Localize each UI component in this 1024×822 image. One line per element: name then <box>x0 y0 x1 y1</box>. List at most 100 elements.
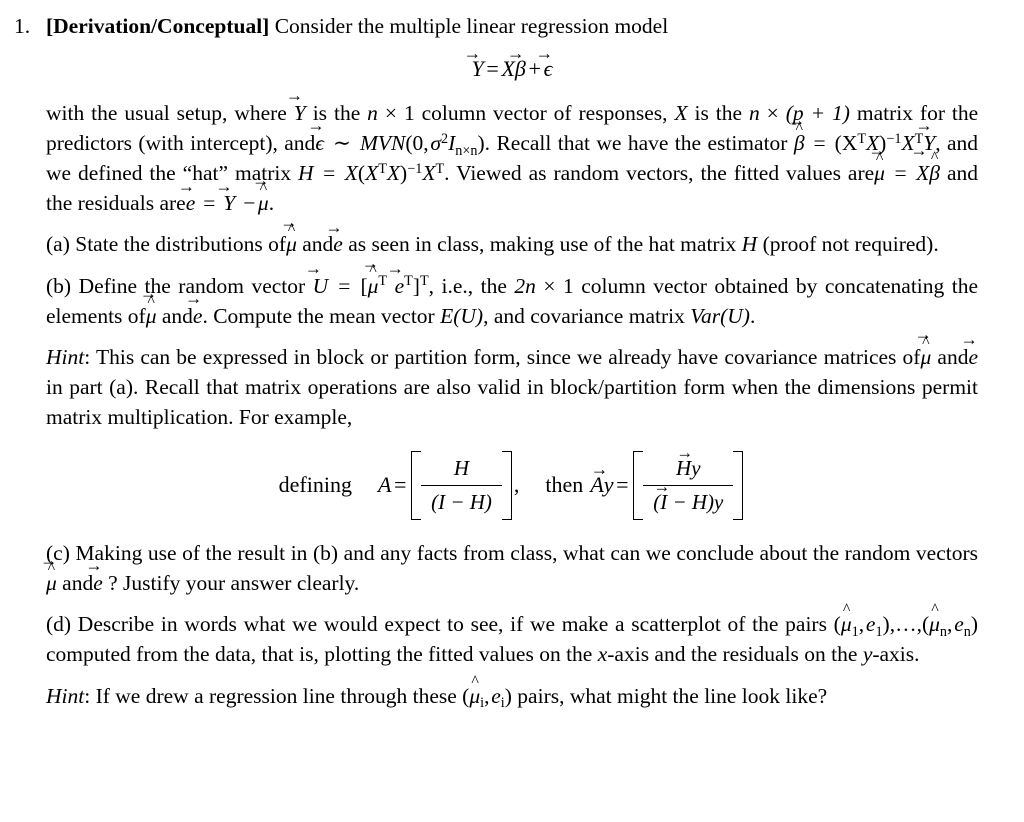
vector-arrow-icon: → <box>325 217 343 237</box>
hat-accent-icon: ^ <box>931 601 939 619</box>
vector-hat-mu: → ^ μ <box>914 325 932 370</box>
hat-accent-icon: ^ <box>259 179 268 197</box>
problem-heading: 1. [Derivation/Conceptual] Consider the … <box>14 12 1010 42</box>
variance-U: Var(U) <box>690 303 750 328</box>
problem-1: 1. [Derivation/Conceptual] Consider the … <box>14 12 1010 711</box>
vector-arrow-icon: → <box>285 86 303 105</box>
hat-accent-icon: ^ <box>147 292 155 310</box>
part-d-text-4: -axis. <box>872 642 920 667</box>
part-d-text-3: -axis and the residuals on the <box>607 642 858 667</box>
vector-epsilon: → ϵ <box>307 116 325 155</box>
vector-arrow-icon: → <box>910 141 928 161</box>
bracket-left-icon <box>411 450 422 520</box>
part-d: (d) Describe in words what we would expe… <box>46 601 978 667</box>
defining-word: defining <box>278 472 352 498</box>
transpose-exponent: T <box>435 160 445 177</box>
hat-mu-1: ^ μ <box>840 601 852 637</box>
vector-arrow-icon: → <box>185 289 202 309</box>
vector-epsilon: → ϵ <box>535 42 553 81</box>
mu-subscript: i <box>480 695 485 712</box>
part-b-text-2: , i.e., the <box>428 273 507 298</box>
vector-arrow-icon: → <box>535 42 553 63</box>
part-d-label: (d) <box>46 612 72 637</box>
vector-arrow-icon: → <box>307 116 325 136</box>
hint-d-label: Hint <box>46 683 85 708</box>
bracket-left-icon <box>633 450 644 520</box>
document-page: 1. [Derivation/Conceptual] Consider the … <box>0 0 1024 822</box>
vector-arrow-icon: → <box>215 176 233 196</box>
sigma-exponent: 2 <box>441 130 449 147</box>
e-subscript: 1 <box>875 623 883 640</box>
e-subscript: i <box>500 695 505 712</box>
matrix-Ay-row-bottom: → (I − H)y <box>653 477 724 514</box>
hat-accent-icon: ^ <box>795 119 803 137</box>
matrix-A-row-bottom: (I − H) <box>431 489 492 514</box>
vector-e: → e <box>960 330 979 370</box>
setup-text-1: with the usual setup, where <box>46 100 287 125</box>
hat-accent-icon: ^ <box>47 559 56 577</box>
setup-text-6: Recall that we have the estimator <box>496 130 788 155</box>
hat-beta: ^ β <box>929 149 941 186</box>
setup-text-4: is the <box>694 100 743 125</box>
vector-IminusH-y: → (I − H) <box>653 477 715 514</box>
vector-arrow-icon: → <box>915 116 933 136</box>
identity-subscript: n×n <box>455 142 478 159</box>
vector-e: → e <box>177 176 196 216</box>
vector-Y: → Y <box>285 86 306 125</box>
vector-arrow-icon: → <box>676 443 693 463</box>
matrix-X-beta: → X <box>910 141 930 186</box>
vector-arrow-icon: → <box>85 556 103 576</box>
transpose-exponent: T <box>378 160 387 177</box>
matrix-A-row-top: H <box>421 454 502 486</box>
bracket-right-icon <box>501 450 512 520</box>
hat-accent-icon: ^ <box>471 672 479 690</box>
hint-d-text-1: : If we drew a regression line through t… <box>84 683 457 708</box>
then-word: then <box>545 472 584 498</box>
problem-body-lower: (c) Making use of the result in (b) and … <box>40 538 978 712</box>
part-b-label: (b) <box>46 273 72 298</box>
part-b-text-7: . <box>749 303 756 328</box>
part-b: (b) Define the random vector → U = [→ ^ μT … <box>46 253 978 331</box>
part-a-text-3: as seen in class, making use of the hat … <box>348 232 737 257</box>
vector-e: → e <box>386 259 405 298</box>
inverse-exponent: −1 <box>407 160 423 177</box>
vector-arrow-icon: → <box>590 459 609 480</box>
vector-Y: → Y <box>215 176 236 216</box>
vector-arrow-icon: → <box>506 42 525 63</box>
vector-beta: → β <box>506 42 526 81</box>
vector-hat-mu: → ^ μ <box>252 171 270 216</box>
vector-arrow-icon: → <box>653 477 671 497</box>
hint-d-text-2: pairs, what might the line look like? <box>517 683 828 708</box>
vector-hat-mu: → ^ μ <box>361 253 379 298</box>
vector-arrow-icon: → <box>177 176 195 196</box>
problem-lead-in: Consider the multiple linear regression … <box>274 14 669 38</box>
vector-hat-beta: → ^ β <box>788 111 806 155</box>
hint-d: Hint: If we drew a regression line throu… <box>46 672 828 712</box>
vector-arrow-icon: → <box>386 259 404 279</box>
matrix-Ay: → Hy → (I − H)y <box>633 444 744 520</box>
part-a: (a) State the distributions of → ^ μ and → e … <box>46 213 978 259</box>
part-c: (c) Making use of the result in (b) and … <box>40 538 978 598</box>
matrix-A-times-y: → A <box>590 459 608 498</box>
hat-accent-icon: ^ <box>930 149 939 167</box>
setup-text-3: column vector of responses, <box>421 100 668 125</box>
mu-subscript: n <box>939 623 948 640</box>
part-b-text-6: , and covariance matrix <box>483 303 685 328</box>
part-c-text-3: ? Justify your answer clearly. <box>108 570 360 595</box>
hint-b: Hint: This can be expressed in block or … <box>46 325 979 433</box>
mu-subscript: 1 <box>851 623 859 640</box>
expectation-U: E(U) <box>440 303 484 328</box>
comma-separator: , <box>513 472 520 498</box>
hint-b-text-3: in part (a). Recall that matrix operatio… <box>46 375 978 430</box>
hat-accent-icon: ^ <box>369 262 377 280</box>
equation-block-matrix: defining A = H (I − H) , then → Ay = → H… <box>14 444 1010 520</box>
setup-paragraph: with the usual setup, where → Y is the n … <box>46 86 978 219</box>
hat-accent-icon: ^ <box>287 221 296 239</box>
transpose-exponent: T <box>857 130 867 147</box>
vector-e: → e <box>325 217 343 257</box>
ellipsis: ,…, <box>889 612 922 637</box>
hat-accent-icon: ^ <box>842 601 851 619</box>
problem-heading-text: [Derivation/Conceptual] Consider the mul… <box>46 12 1010 42</box>
inverse-exponent: −1 <box>886 130 902 147</box>
vector-e: → e <box>85 556 103 595</box>
